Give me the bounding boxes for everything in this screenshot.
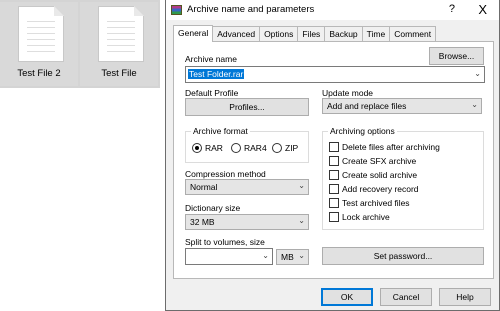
file-icon-test-file-2[interactable]: Test File 2 [0,2,78,86]
radio-rar[interactable] [192,143,202,153]
file-icon-test-file[interactable]: Test File [80,2,158,86]
checkbox-solid-archive[interactable] [329,170,339,180]
checkbox-create-sfx[interactable] [329,156,339,166]
title-bar: Archive name and parameters ? X [166,0,499,20]
archiving-options-group: Archiving options Delete files after arc… [322,126,484,230]
radio-rar4[interactable] [231,143,241,153]
document-icon [18,6,64,62]
option-lock-archive: Lock archive [342,212,390,222]
tab-files[interactable]: Files [297,26,326,42]
document-icon [98,6,144,62]
option-create-sfx: Create SFX archive [342,156,417,166]
archiving-options-label: Archiving options [328,126,397,136]
chevron-down-icon[interactable]: ⌄ [262,251,269,260]
option-delete-files: Delete files after archiving [342,142,440,152]
profiles-button[interactable]: Profiles... [185,98,309,116]
option-test-archived: Test archived files [342,198,410,208]
chevron-down-icon: ⌄ [471,100,478,109]
chevron-down-icon: ⌄ [298,216,305,225]
option-solid-archive: Create solid archive [342,170,418,180]
default-profile-label: Default Profile [185,88,239,98]
checkbox-delete-files[interactable] [329,142,339,152]
dictionary-size-label: Dictionary size [185,203,241,213]
help-button[interactable]: Help [439,288,491,306]
option-recovery-record: Add recovery record [342,184,419,194]
desktop-background: Test File 2 Test File [0,0,160,88]
archive-format-label: Archive format [191,126,250,136]
ok-button[interactable]: OK [321,288,373,306]
archive-dialog: Archive name and parameters ? X General … [165,0,500,311]
chevron-down-icon: ⌄ [298,181,305,190]
update-mode-select[interactable]: Add and replace files ⌄ [322,98,482,114]
archive-format-group: Archive format RAR RAR4 ZIP [185,126,309,163]
close-button[interactable]: X [478,2,487,17]
archive-name-value: Test Folder.rar [188,69,245,79]
tab-backup[interactable]: Backup [324,26,363,42]
archive-name-input[interactable]: Test Folder.rar ⌄ [185,66,485,83]
tab-general[interactable]: General [173,25,214,42]
checkbox-test-archived[interactable] [329,198,339,208]
checkbox-recovery-record[interactable] [329,184,339,194]
dialog-title: Archive name and parameters [187,4,315,15]
tab-time[interactable]: Time [361,26,391,42]
chevron-down-icon: ⌄ [298,251,305,260]
radio-zip[interactable] [272,143,282,153]
update-mode-label: Update mode [322,88,374,98]
general-panel: Archive name Browse... Test Folder.rar ⌄… [173,41,494,279]
split-unit-value: MB [281,252,294,262]
chevron-down-icon[interactable]: ⌄ [474,69,481,78]
cancel-button[interactable]: Cancel [380,288,432,306]
tab-options[interactable]: Options [259,26,299,42]
checkbox-lock-archive[interactable] [329,212,339,222]
archive-name-label: Archive name [185,54,237,64]
dictionary-size-select[interactable]: 32 MB ⌄ [185,214,309,230]
file-label: Test File 2 [17,68,61,79]
update-mode-value: Add and replace files [327,101,407,111]
compression-method-select[interactable]: Normal ⌄ [185,179,309,195]
set-password-button[interactable]: Set password... [322,247,484,265]
format-rar-label: RAR [205,143,223,153]
split-volumes-input[interactable]: ⌄ [185,248,273,265]
split-volumes-label: Split to volumes, size [185,237,265,247]
browse-button[interactable]: Browse... [429,47,484,65]
file-label: Test File [101,68,137,79]
tab-strip: General Advanced Options Files Backup Ti… [173,25,437,42]
winrar-icon [171,5,182,15]
split-unit-select[interactable]: MB ⌄ [276,249,309,265]
format-zip-label: ZIP [285,143,299,153]
format-rar4-label: RAR4 [244,143,267,153]
tab-advanced[interactable]: Advanced [212,26,261,42]
tab-comment[interactable]: Comment [389,26,437,42]
compression-method-value: Normal [190,182,218,192]
compression-method-label: Compression method [185,169,266,179]
dictionary-size-value: 32 MB [190,217,215,227]
help-title-button[interactable]: ? [449,3,455,15]
